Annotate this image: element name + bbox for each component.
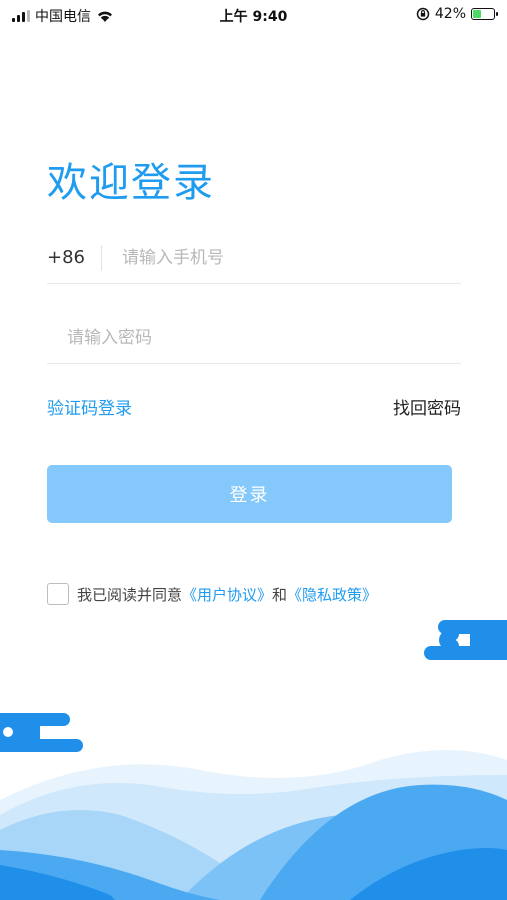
- orientation-lock-icon: [416, 7, 430, 21]
- phone-input[interactable]: [122, 247, 461, 268]
- battery-percent: 42%: [434, 6, 466, 22]
- cloud-left-icon: [0, 713, 83, 752]
- phone-field-row: +86: [47, 232, 461, 284]
- country-code-selector[interactable]: +86: [47, 247, 101, 268]
- page-title: 欢迎登录: [47, 160, 215, 206]
- status-bar: 中国电信 上午 9:40 42%: [0, 0, 507, 30]
- phone-divider: [101, 244, 102, 271]
- forgot-password-link[interactable]: 找回密码: [393, 394, 461, 419]
- status-right: 42%: [416, 6, 498, 22]
- battery-level: [473, 10, 482, 18]
- battery-icon: [471, 8, 498, 20]
- password-field-row: [47, 312, 461, 364]
- login-button[interactable]: 登录: [47, 465, 452, 523]
- decorative-waves: [0, 620, 507, 900]
- cloud-right-icon: [424, 620, 507, 660]
- code-login-link[interactable]: 验证码登录: [47, 394, 132, 419]
- auth-links-row: 验证码登录 找回密码: [47, 392, 461, 420]
- password-input[interactable]: [67, 327, 461, 348]
